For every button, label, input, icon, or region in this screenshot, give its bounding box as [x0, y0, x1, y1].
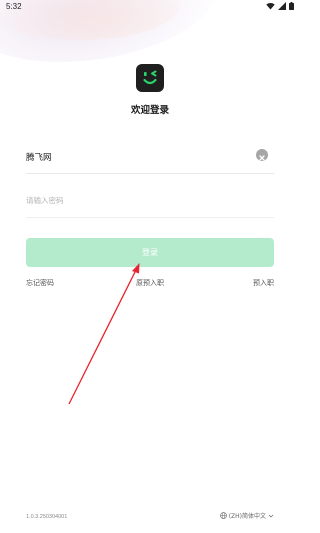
page-title: 欢迎登录 — [130, 105, 169, 116]
forgot-password-link[interactable]: 忘记密码 — [26, 278, 54, 288]
original-pre-onboarding-link[interactable]: 原预入职 — [136, 278, 164, 288]
language-selector[interactable]: (ZH)简体中文 — [219, 511, 274, 520]
wifi-icon — [266, 2, 275, 10]
pre-onboarding-link[interactable]: 预入职 — [253, 278, 274, 288]
version-text: 1.0.3.250304001 — [26, 514, 68, 520]
username-field[interactable]: 腾飞网 — [26, 146, 274, 174]
battery-icon — [289, 2, 294, 10]
password-placeholder[interactable]: 请输入密码 — [26, 195, 64, 206]
clear-button[interactable] — [256, 149, 268, 161]
winking-face-icon — [143, 70, 157, 85]
status-icons — [266, 2, 294, 10]
status-time: 5:32 — [6, 2, 22, 11]
language-label[interactable]: (ZH)简体中文 — [229, 511, 266, 520]
app-logo — [136, 64, 164, 92]
clear-icon[interactable] — [256, 152, 268, 164]
chevron-down-icon — [268, 514, 274, 517]
username-value[interactable]: 腾飞网 — [26, 151, 52, 163]
signal-icon — [278, 2, 286, 10]
login-button[interactable]: 登录 — [26, 238, 274, 267]
login-screen: 5:32 欢迎登录 腾飞网 请输入密码 登录 忘记密码 原预入职 预入职 1.0… — [0, 0, 300, 533]
status-bar: 5:32 — [0, 0, 300, 14]
globe-icon — [219, 512, 227, 519]
password-field[interactable]: 请输入密码 — [26, 190, 274, 218]
arrow-line — [68, 267, 138, 405]
